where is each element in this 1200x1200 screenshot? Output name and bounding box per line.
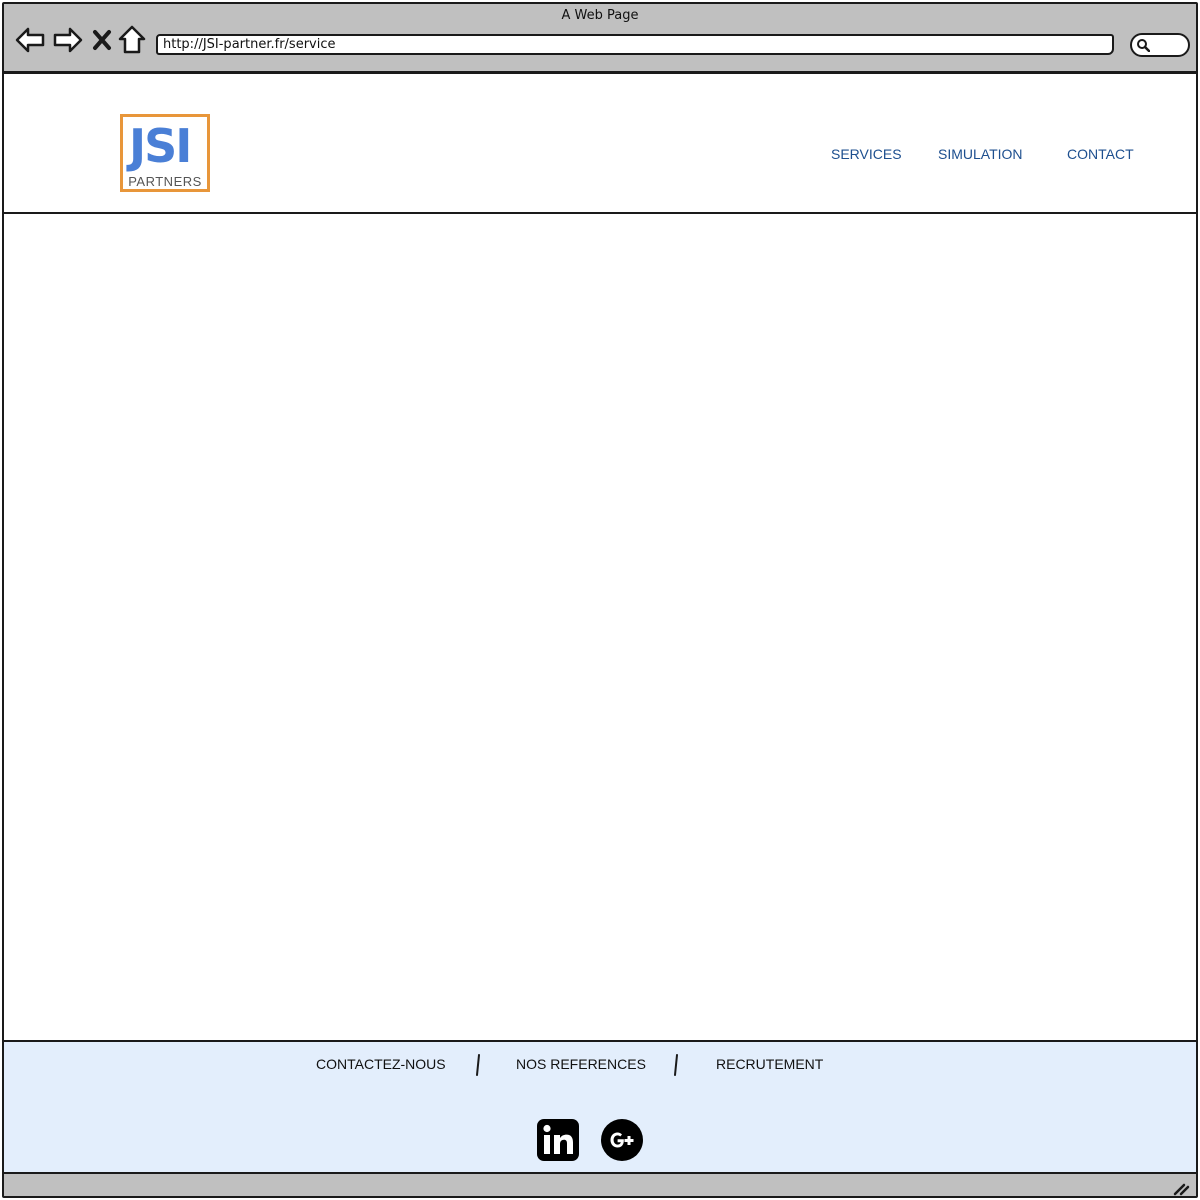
browser-chrome: A Web Page (4, 4, 1196, 74)
nav-contact-link[interactable]: CONTACT (1067, 146, 1134, 162)
back-button[interactable] (14, 24, 46, 56)
google-plus-icon (601, 1119, 643, 1161)
resize-grip-icon (1173, 1183, 1190, 1196)
main-content (4, 214, 1196, 1040)
url-input[interactable] (156, 34, 1114, 55)
footer-references-link[interactable]: NOS REFERENCES (516, 1056, 646, 1072)
search-button[interactable] (1130, 33, 1190, 57)
footer-recruitment-link[interactable]: RECRUTEMENT (716, 1056, 823, 1072)
close-icon (93, 30, 111, 50)
site-footer: CONTACTEZ-NOUS NOS REFERENCES RECRUTEMEN… (4, 1040, 1196, 1172)
linkedin-button[interactable] (536, 1118, 580, 1162)
google-plus-button[interactable] (600, 1118, 644, 1162)
arrow-left-icon (15, 27, 45, 53)
logo-subtitle: PARTNERS (128, 174, 202, 189)
linkedin-icon (537, 1119, 579, 1161)
jsi-partners-logo[interactable]: JSI PARTNERS (120, 114, 210, 192)
home-button[interactable] (116, 24, 148, 56)
resize-grip[interactable] (1172, 1178, 1190, 1196)
search-icon (1137, 39, 1150, 52)
arrow-right-icon (53, 27, 83, 53)
nav-services-link[interactable]: SERVICES (831, 146, 902, 162)
nav-simulation-link[interactable]: SIMULATION (938, 146, 1023, 162)
forward-button[interactable] (52, 24, 84, 56)
logo-mark: JSI (129, 119, 192, 173)
footer-contact-link[interactable]: CONTACTEZ-NOUS (316, 1056, 446, 1072)
home-icon (118, 25, 146, 54)
site-header: JSI PARTNERS SERVICES SIMULATION CONTACT (4, 76, 1196, 214)
browser-status-bar (4, 1172, 1196, 1196)
window-title: A Web Page (561, 8, 639, 23)
stop-button[interactable] (90, 24, 114, 56)
footer-separator (476, 1054, 480, 1076)
footer-separator (674, 1054, 678, 1076)
browser-window: A Web Page http://JSI-partner.fr/service… (2, 2, 1198, 1198)
